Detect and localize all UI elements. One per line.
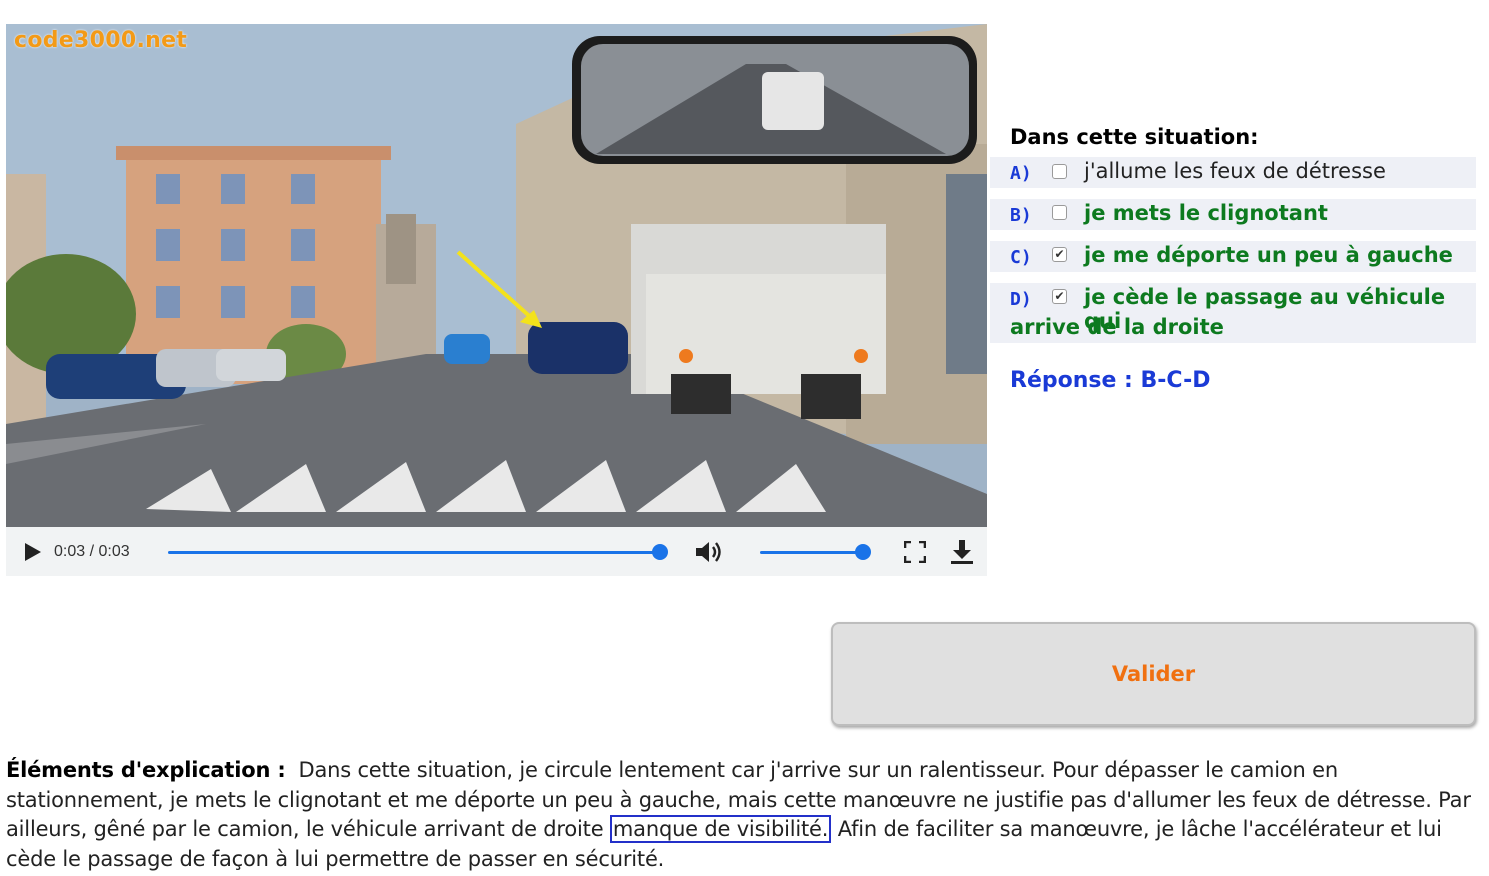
explanation-highlight: manque de visibilité. — [609, 815, 832, 843]
answer-a[interactable]: A) j'allume les feux de détresse — [990, 157, 1476, 188]
answer-letter: D) — [1010, 289, 1032, 310]
answer-b[interactable]: B) je mets le clignotant — [990, 199, 1476, 230]
answer-checkbox[interactable]: ✔ — [1052, 247, 1067, 262]
explanation-label: Éléments d'explication : — [6, 758, 286, 782]
explanation-text: Éléments d'explication : Dans cette situ… — [6, 756, 1484, 874]
answer-text: je mets le clignotant — [1084, 201, 1328, 225]
download-icon[interactable] — [950, 539, 974, 565]
answer-checkbox[interactable] — [1052, 164, 1067, 179]
volume-icon[interactable] — [694, 540, 724, 564]
time-display: 0:03 / 0:03 — [54, 543, 130, 560]
answer-letter: B) — [1010, 205, 1032, 226]
video-frame[interactable]: code3000.net — [6, 24, 987, 527]
answer-letter: C) — [1010, 247, 1032, 268]
brand-logo: code3000.net — [14, 28, 188, 53]
seek-handle[interactable] — [652, 544, 668, 560]
correct-answer: Réponse : B-C-D — [1010, 368, 1211, 393]
answer-checkbox[interactable] — [1052, 205, 1067, 220]
play-icon[interactable] — [22, 542, 42, 562]
fullscreen-icon[interactable] — [904, 541, 926, 563]
seek-bar[interactable] — [168, 551, 660, 554]
video-controls: 0:03 / 0:03 — [6, 527, 987, 576]
street-scene-image — [6, 24, 987, 527]
volume-slider[interactable] — [760, 551, 863, 554]
answer-text: je me déporte un peu à gauche — [1084, 243, 1453, 267]
video-player[interactable]: code3000.net 0:03 / 0:03 — [6, 24, 987, 576]
validate-button[interactable]: Valider — [831, 622, 1476, 726]
volume-handle[interactable] — [855, 544, 871, 560]
question-title: Dans cette situation: — [1010, 125, 1259, 149]
answer-d[interactable]: D) ✔ je cède le passage au véhicule qui … — [990, 283, 1476, 343]
answer-letter: A) — [1010, 163, 1032, 184]
answer-c[interactable]: C) ✔ je me déporte un peu à gauche — [990, 241, 1476, 272]
answer-text: j'allume les feux de détresse — [1084, 159, 1386, 183]
answer-text-continuation: arrive de la droite — [1010, 315, 1224, 339]
answer-checkbox[interactable]: ✔ — [1052, 289, 1067, 304]
